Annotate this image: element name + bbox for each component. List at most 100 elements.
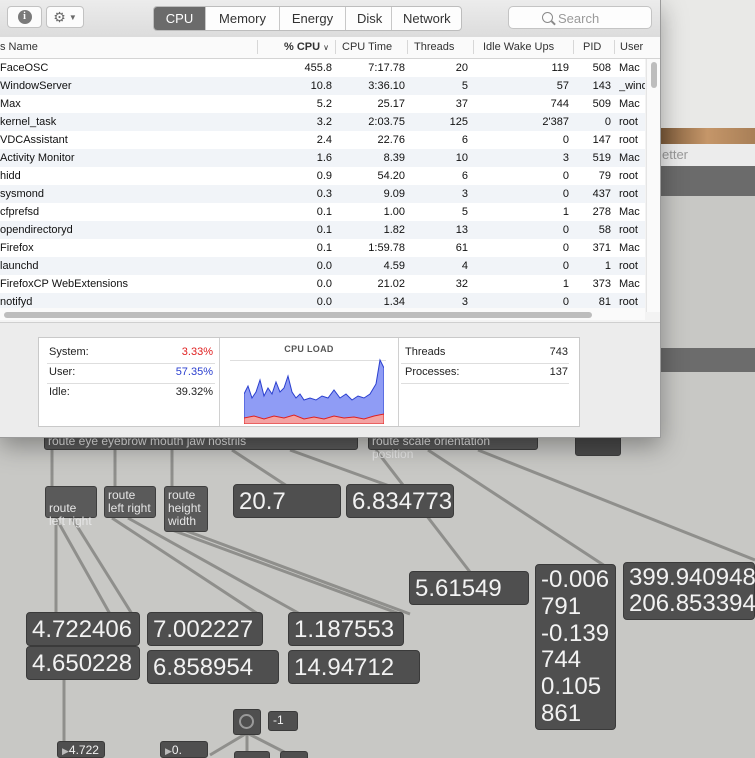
sort-chevron-icon: ∨ (323, 43, 329, 52)
pid: 371 (592, 242, 611, 254)
table-row[interactable]: sysmond 0.3 9.09 3 0 437 root (0, 185, 645, 203)
idle-wake-ups: 3 (562, 152, 569, 164)
route-height-width-object[interactable]: route height width (164, 486, 208, 532)
table-row[interactable]: Max 5.2 25.17 37 744 509 Mac (0, 95, 645, 113)
tab-network[interactable]: Network (392, 7, 461, 30)
tab-cpu[interactable]: CPU (154, 7, 206, 30)
number-triangle-icon: ▶ (62, 746, 69, 756)
pid: 508 (592, 62, 611, 74)
column-header-user[interactable]: User (620, 41, 643, 53)
horizontal-scroll-thumb[interactable] (4, 312, 592, 318)
number-box-6-834773[interactable]: 6.834773 (346, 484, 454, 518)
table-row[interactable]: hidd 0.9 54.20 6 0 79 root (0, 167, 645, 185)
number-box-1-187553[interactable]: 1.187553 (288, 612, 404, 646)
number-box-14-94712[interactable]: 14.94712 (288, 650, 420, 684)
user: Mac (619, 152, 640, 164)
pid: 278 (592, 206, 611, 218)
column-header-cpu-time[interactable]: CPU Time (342, 41, 392, 53)
cpu-percent: 10.8 (310, 80, 332, 92)
pid: 509 (592, 98, 611, 110)
small-number-box-0[interactable]: ▶0. (160, 741, 208, 758)
cpu-time: 4.59 (383, 260, 405, 272)
idle-wake-ups: 1 (562, 278, 569, 290)
info-button[interactable]: i (7, 6, 42, 28)
process-name: kernel_task (0, 116, 57, 128)
route-left-right-object-2[interactable]: route left right (104, 486, 156, 518)
table-row[interactable]: cfprefsd 0.1 1.00 5 1 278 Mac (0, 203, 645, 221)
table-row[interactable]: Firefox 0.1 1:59.78 61 0 371 Mac (0, 239, 645, 257)
column-header-cpu[interactable]: % CPU ∨ (284, 41, 329, 53)
idle-wake-ups: 0 (562, 242, 569, 254)
cpu-time: 8.39 (383, 152, 405, 164)
pid: 373 (592, 278, 611, 290)
column-header-pid[interactable]: PID (583, 41, 601, 53)
cpu-time: 1.82 (383, 224, 405, 236)
vertical-scrollbar[interactable] (646, 59, 660, 312)
number-box-7-002227[interactable]: 7.002227 (147, 612, 263, 646)
table-row[interactable]: WindowServer 10.8 3:36.10 5 57 143 _wind (0, 77, 645, 95)
small-number-value: 0. (171, 743, 182, 757)
number-box-6-858954[interactable]: 6.858954 (147, 650, 279, 684)
column-header-threads[interactable]: Threads (414, 41, 454, 53)
threads-label: Threads (405, 346, 446, 358)
idle-wake-ups: 0 (562, 224, 569, 236)
search-field[interactable]: Search (508, 6, 652, 29)
activity-monitor-window: i ⚙ ▼ CPU Memory Energy Disk Network Sear… (0, 0, 661, 438)
column-divider (257, 40, 258, 54)
cpu-percent: 0.0 (316, 278, 332, 290)
number-list-value: 861 (541, 699, 582, 727)
tab-memory[interactable]: Memory (206, 7, 280, 30)
action-menu-button[interactable]: ⚙ ▼ (46, 6, 84, 28)
idle-wake-ups: 57 (556, 80, 569, 92)
idle-wake-ups: 0 (562, 260, 569, 272)
cpu-time: 22.76 (377, 134, 405, 146)
table-row[interactable]: Activity Monitor 1.6 8.39 10 3 519 Mac (0, 149, 645, 167)
idle-wake-ups: 0 (562, 134, 569, 146)
vertical-scroll-thumb[interactable] (651, 62, 657, 88)
system-value: 3.33% (181, 346, 213, 358)
user: root (619, 260, 638, 272)
number-pair-position[interactable]: 399.940948 206.853394 (623, 562, 755, 620)
process-name: hidd (0, 170, 21, 182)
number-list-column[interactable]: -0.006 791 -0.139 744 0.105 861 (535, 564, 616, 730)
threads-count: 37 (455, 98, 468, 110)
column-header-name[interactable]: s Name (0, 41, 38, 53)
cpu-time: 21.02 (377, 278, 405, 290)
search-icon (542, 12, 553, 23)
partial-object-bottom-2[interactable] (280, 751, 308, 758)
table-row[interactable]: VDCAssistant 2.4 22.76 6 0 147 root (0, 131, 645, 149)
cpu-percent: 0.3 (316, 188, 332, 200)
horizontal-scrollbar[interactable] (0, 308, 645, 320)
number-box-20-7[interactable]: 20.7 (233, 484, 341, 518)
message-minus-one[interactable]: -1 (268, 711, 298, 731)
table-row[interactable]: opendirectoryd 0.1 1.82 13 0 58 root (0, 221, 645, 239)
route-left-right-object-1[interactable]: route left right (45, 486, 97, 528)
processes-value: 137 (549, 366, 568, 378)
idle-wake-ups: 0 (562, 188, 569, 200)
partial-object-bottom-1[interactable] (234, 751, 270, 758)
pid: 79 (598, 170, 611, 182)
tab-energy[interactable]: Energy (280, 7, 346, 30)
table-row[interactable]: FaceOSC 455.8 7:17.78 20 119 508 Mac (0, 59, 645, 77)
number-box-5-61549[interactable]: 5.61549 (409, 571, 529, 605)
tab-disk[interactable]: Disk (346, 7, 392, 30)
user: Mac (619, 62, 640, 74)
threads-count: 3 (461, 188, 468, 200)
number-box-4-650228[interactable]: 4.650228 (26, 646, 140, 680)
gear-icon: ⚙ (53, 8, 66, 25)
search-placeholder: Search (558, 11, 600, 26)
bang-button[interactable] (233, 709, 261, 735)
column-header-idle-wake-ups[interactable]: Idle Wake Ups (483, 41, 554, 53)
small-number-box-4-722[interactable]: ▶4.722 (57, 741, 105, 758)
table-row[interactable]: kernel_task 3.2 2:03.75 125 2'387 0 root (0, 113, 645, 131)
table-row[interactable]: launchd 0.0 4.59 4 0 1 root (0, 257, 645, 275)
pid: 1 (604, 260, 611, 272)
column-divider (473, 40, 474, 54)
user: root (619, 170, 638, 182)
row-divider (47, 363, 215, 364)
user: Mac (619, 242, 640, 254)
number-box-4-722406[interactable]: 4.722406 (26, 612, 140, 646)
table-row[interactable]: FirefoxCP WebExtensions 0.0 21.02 32 1 373 Mac (0, 275, 645, 293)
process-name: opendirectoryd (0, 224, 73, 236)
user: root (619, 116, 638, 128)
